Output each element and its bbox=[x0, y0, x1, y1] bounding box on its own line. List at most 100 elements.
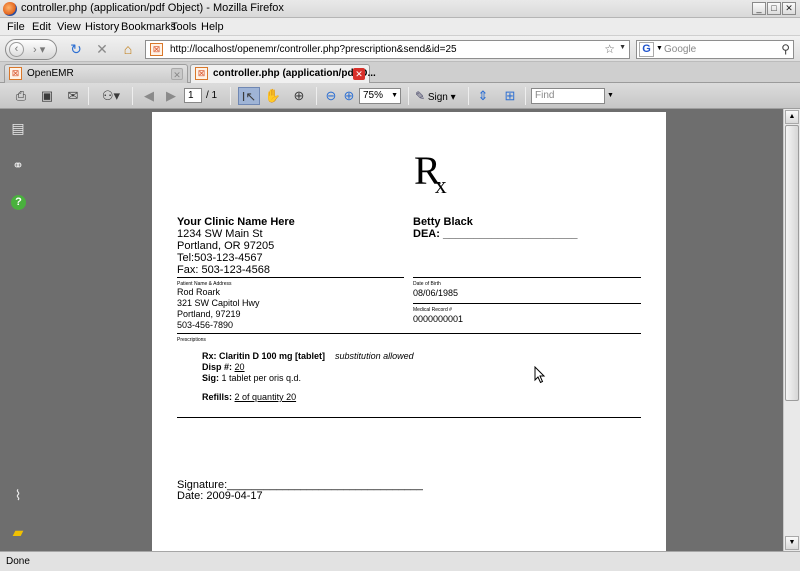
doctor-name: Betty Black bbox=[413, 216, 473, 228]
patient-name: Rod Roark bbox=[177, 287, 221, 297]
date-line: Date: 2009-04-17 bbox=[177, 490, 263, 502]
sign-label: Sign bbox=[427, 92, 448, 103]
divider bbox=[177, 277, 404, 278]
minimize-button[interactable]: _ bbox=[752, 2, 766, 15]
menu-file[interactable]: File bbox=[7, 21, 25, 33]
forward-button[interactable]: › ▾ bbox=[33, 43, 45, 56]
clinic-address2: Portland, OR 97205 bbox=[177, 240, 275, 252]
menu-tools[interactable]: Tools bbox=[171, 21, 197, 33]
back-forward-group: ‹ › ▾ bbox=[5, 39, 57, 60]
search-bar[interactable]: G ▼ Google ⚲ bbox=[636, 40, 794, 59]
menu-view[interactable]: View bbox=[57, 21, 81, 33]
collaborate-icon[interactable]: ⚇▾ bbox=[98, 87, 124, 105]
clinic-name: Your Clinic Name Here bbox=[177, 216, 295, 228]
menu-help[interactable]: Help bbox=[201, 21, 224, 33]
vertical-scrollbar[interactable]: ▲ ▼ bbox=[783, 109, 800, 551]
next-page-icon[interactable]: ▶ bbox=[162, 87, 180, 105]
tab-controller-pdf[interactable]: ⊠ controller.php (application/pdf O... ✕ bbox=[190, 64, 376, 84]
scroll-up-icon[interactable]: ▲ bbox=[785, 110, 799, 124]
navigation-toolbar: ‹ › ▾ ↻ ✕ ⌂ ⊠ http://localhost/openemr/c… bbox=[0, 36, 800, 62]
divider bbox=[177, 417, 641, 418]
clinic-fax: Fax: 503-123-4568 bbox=[177, 264, 270, 276]
tab-openemr[interactable]: ⊠ OpenEMR ✕ bbox=[4, 64, 188, 83]
page-number-input[interactable]: 1 bbox=[184, 88, 202, 103]
reload-icon[interactable]: ↻ bbox=[68, 41, 84, 57]
refills-label: Refills: bbox=[202, 392, 233, 402]
zoom-in-icon[interactable]: ⊕ bbox=[340, 87, 358, 105]
sig-label: Sig: bbox=[202, 373, 219, 383]
zoom-out-icon[interactable]: ⊖ bbox=[322, 87, 340, 105]
search-engine-dropdown-icon[interactable]: ▼ bbox=[656, 45, 663, 52]
search-binoculars-icon[interactable]: ⚭ bbox=[9, 156, 27, 174]
print-icon[interactable]: ⎙ bbox=[12, 87, 30, 105]
pdf-toolbar: ⎙ ▣ ✉ ⚇▾ ◀ ▶ 1 / 1 I↖ ✋ ⊕ ⊖ ⊕ 75% ▼ ✎ Si… bbox=[0, 83, 800, 109]
fit-width-icon[interactable]: ⇕ bbox=[474, 87, 492, 105]
tab-close-icon[interactable]: ✕ bbox=[171, 68, 183, 80]
title-bar: controller.php (application/pdf Object) … bbox=[0, 0, 800, 18]
tab-label: controller.php (application/pdf O... bbox=[213, 68, 376, 79]
home-icon[interactable]: ⌂ bbox=[120, 41, 136, 57]
search-input[interactable]: Google bbox=[664, 44, 696, 55]
back-button[interactable]: ‹ bbox=[9, 42, 24, 57]
sig-line: Sig: 1 tablet per oris q.d. bbox=[202, 373, 301, 384]
find-input[interactable]: Find bbox=[531, 88, 605, 104]
bookmark-star-icon[interactable]: ☆ bbox=[604, 42, 615, 56]
fit-page-icon[interactable]: ⊞ bbox=[501, 87, 519, 105]
previous-page-icon[interactable]: ◀ bbox=[140, 87, 158, 105]
menu-bookmarks[interactable]: Bookmarks bbox=[121, 21, 176, 33]
scroll-down-icon[interactable]: ▼ bbox=[785, 536, 799, 550]
zoom-tool-icon[interactable]: ⊕ bbox=[290, 87, 308, 105]
find-dropdown-icon[interactable]: ▼ bbox=[607, 92, 614, 99]
zoom-dropdown-icon[interactable]: ▼ bbox=[391, 89, 398, 103]
menu-edit[interactable]: Edit bbox=[32, 21, 51, 33]
pages-icon[interactable]: ▤ bbox=[9, 119, 27, 137]
url-bar[interactable]: ⊠ http://localhost/openemr/controller.ph… bbox=[145, 40, 630, 59]
patient-address2: Portland, 97219 bbox=[177, 309, 241, 319]
save-icon[interactable]: ▣ bbox=[38, 87, 56, 105]
close-window-button[interactable]: ✕ bbox=[782, 2, 796, 15]
mouse-cursor-icon bbox=[534, 366, 546, 384]
tab-bar: ⊠ OpenEMR ✕ ⊠ controller.php (applicatio… bbox=[0, 62, 800, 84]
patient-phone: 503-456-7890 bbox=[177, 320, 234, 330]
attachments-icon[interactable]: ⌇ bbox=[9, 486, 27, 504]
toolbar-separator bbox=[408, 87, 409, 105]
search-icon[interactable]: ⚲ bbox=[781, 42, 790, 56]
sign-button[interactable]: ✎ Sign ▾ bbox=[415, 87, 463, 105]
zoom-value: 75% bbox=[363, 90, 384, 101]
tab-close-icon[interactable]: ✕ bbox=[353, 68, 365, 80]
select-tool-icon[interactable]: I↖ bbox=[238, 87, 260, 105]
clinic-info: Your Clinic Name Here 1234 SW Main St Po… bbox=[177, 216, 295, 276]
toolbar-separator bbox=[230, 87, 231, 105]
url-text[interactable]: http://localhost/openemr/controller.php?… bbox=[170, 44, 457, 55]
refills-value: 2 of quantity 20 bbox=[234, 392, 297, 402]
doctor-dea: DEA: ______________________ bbox=[413, 228, 578, 240]
disp-label: Disp #: bbox=[202, 362, 233, 372]
tab-label: OpenEMR bbox=[27, 68, 74, 79]
hand-tool-icon[interactable]: ✋ bbox=[264, 87, 282, 105]
doctor-info: Betty Black DEA: ______________________ bbox=[413, 216, 578, 240]
refills-line: Refills: 2 of quantity 20 bbox=[202, 392, 296, 403]
menu-history[interactable]: History bbox=[85, 21, 119, 33]
toolbar-separator bbox=[525, 87, 526, 105]
help-icon[interactable]: ? bbox=[11, 195, 26, 210]
url-dropdown-icon[interactable]: ▼ bbox=[619, 44, 626, 51]
rx-drug: Rx: Claritin D 100 mg [tablet] bbox=[202, 351, 326, 361]
scroll-thumb[interactable] bbox=[785, 125, 799, 401]
comments-icon[interactable]: ▰ bbox=[9, 523, 27, 541]
menu-bar: File Edit View History Bookmarks Tools H… bbox=[0, 18, 800, 36]
toolbar-separator bbox=[132, 87, 133, 105]
google-engine-icon[interactable]: G bbox=[639, 42, 654, 57]
pen-icon: ✎ bbox=[415, 89, 426, 103]
disp-line: Disp #: 20 bbox=[202, 362, 245, 373]
stop-icon[interactable]: ✕ bbox=[94, 41, 110, 57]
rx-substitution: substitution allowed bbox=[335, 351, 414, 361]
sig-value: 1 tablet per oris q.d. bbox=[221, 373, 302, 383]
maximize-button[interactable]: □ bbox=[767, 2, 781, 15]
email-icon[interactable]: ✉ bbox=[64, 87, 82, 105]
dob-value: 08/06/1985 bbox=[413, 288, 459, 298]
status-text: Done bbox=[6, 556, 30, 567]
mrn-label: Medical Record # bbox=[413, 307, 452, 313]
site-favicon: ⊠ bbox=[150, 43, 163, 56]
zoom-select[interactable]: 75% ▼ bbox=[359, 88, 401, 104]
rx-symbol: Rx bbox=[414, 148, 447, 200]
